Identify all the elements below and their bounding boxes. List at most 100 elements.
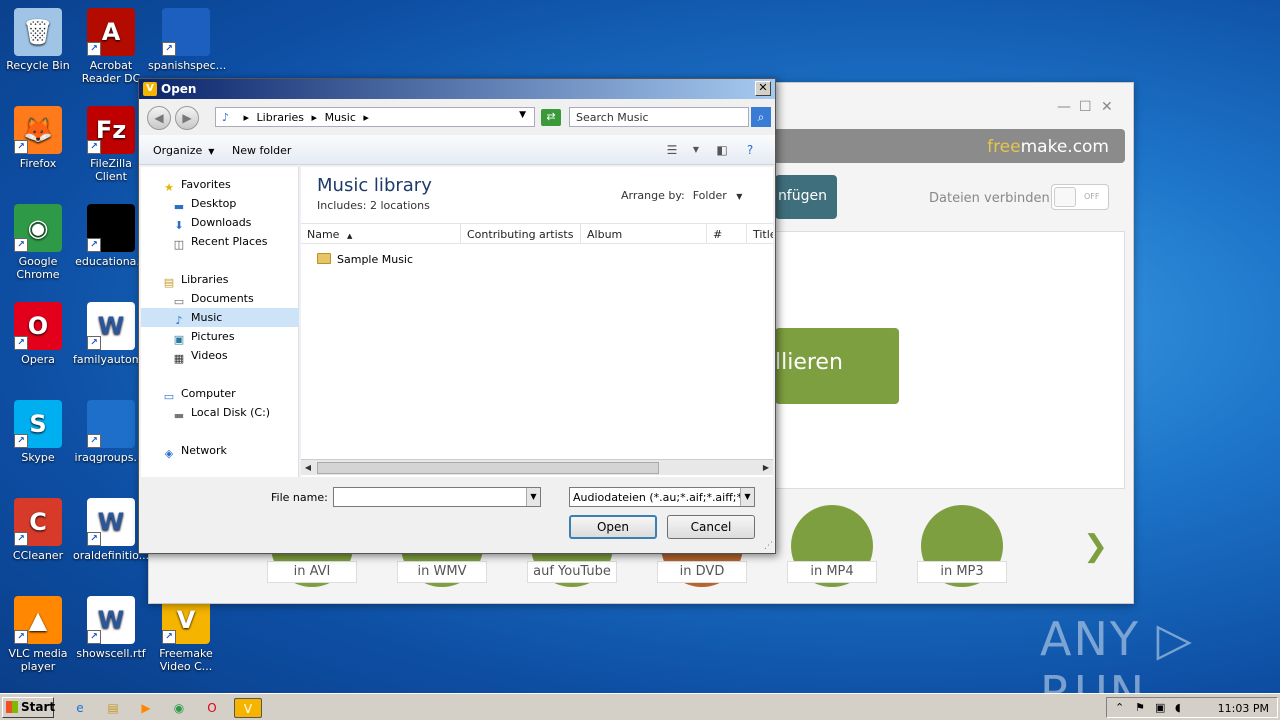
desktop-icon-skype[interactable]: S ↗ Skype <box>0 400 76 464</box>
library-title: Music library <box>317 175 432 196</box>
desktop-icon-freemake[interactable]: V ↗ Freemake Video C... <box>148 596 224 673</box>
nav-item-music[interactable]: ♪ Music <box>141 308 299 327</box>
library-subtitle[interactable]: Includes: 2 locations <box>317 199 430 212</box>
cancel-button[interactable]: Cancel <box>667 515 755 539</box>
close-button[interactable]: ✕ <box>755 81 771 96</box>
volume-icon[interactable]: ◖ <box>1175 701 1181 714</box>
view-options-icon[interactable]: ☰ <box>663 141 681 159</box>
arrange-by[interactable]: Arrange by: Folder ▼ <box>621 189 742 202</box>
help-icon[interactable]: ? <box>741 141 759 159</box>
close-icon[interactable]: ✕ <box>1101 99 1113 115</box>
next-arrow-icon[interactable]: ❯ <box>1083 529 1108 564</box>
desktop-icon-label: showscell.rtf <box>76 647 146 660</box>
nav-item-network[interactable]: ◈ Network <box>141 441 299 460</box>
desktop-icon-word-doc[interactable]: W ↗ showscell.rtf <box>73 596 149 660</box>
shortcut-arrow-icon: ↗ <box>14 532 28 546</box>
output-format-label: in WMV <box>397 561 487 583</box>
chevron-down-icon[interactable]: ▼ <box>519 110 526 120</box>
network-icon: ◈ <box>164 447 174 460</box>
nav-item-label: Network <box>181 444 227 457</box>
scroll-left-icon[interactable]: ◀ <box>301 461 315 475</box>
taskbar-media-player-icon[interactable]: ▶ <box>136 698 156 718</box>
recycle-bin-icon: 🗑 <box>14 8 62 56</box>
address-bar[interactable]: ♪ ▸ Libraries ▸ Music ▸ ▼ <box>215 107 535 127</box>
maximize-icon[interactable]: ☐ <box>1079 99 1092 115</box>
breadcrumb-music[interactable]: Music <box>325 111 356 124</box>
nav-item-videos[interactable]: ▦ Videos <box>141 346 299 365</box>
column-title[interactable]: Title <box>747 224 773 244</box>
preview-pane-icon[interactable]: ◧ <box>713 141 731 159</box>
nav-item-desktop[interactable]: ▬ Desktop <box>141 194 299 213</box>
desktop-icon-label: Opera <box>21 353 55 366</box>
chevron-down-icon[interactable]: ▼ <box>740 488 754 506</box>
taskbar-freemake-icon[interactable]: V <box>234 698 262 718</box>
documents-icon: ▭ <box>173 295 185 308</box>
install-button[interactable]: llieren <box>775 328 899 404</box>
column-album[interactable]: Album <box>581 224 707 244</box>
nav-item-pictures[interactable]: ▣ Pictures <box>141 327 299 346</box>
column-number[interactable]: # <box>707 224 747 244</box>
file-type-select[interactable]: Audiodateien (*.au;*.aif;*.aiff;*.a ▼ <box>569 487 755 507</box>
start-button[interactable]: Start <box>2 697 55 718</box>
clock[interactable]: 11:03 PM <box>1218 702 1269 715</box>
chrome-icon: ◉ ↗ <box>14 204 62 252</box>
search-icon[interactable]: ⌕ <box>751 107 771 127</box>
nav-item-label: Downloads <box>191 216 252 229</box>
scroll-thumb[interactable] <box>317 462 659 474</box>
chevron-down-icon[interactable]: ▼ <box>526 488 540 506</box>
output-format-button[interactable]: in MP3 <box>917 505 1007 587</box>
horizontal-scrollbar[interactable]: ◀ ▶ <box>301 459 773 475</box>
forward-button[interactable]: ▶ <box>175 106 199 130</box>
organize-button[interactable]: Organize ▼ <box>153 144 214 157</box>
chevron-up-icon[interactable]: ⌃ <box>1115 701 1124 714</box>
add-button[interactable]: nfügen <box>775 175 837 219</box>
output-format-label: in MP3 <box>917 561 1007 583</box>
filezilla-icon: Fz ↗ <box>87 106 135 154</box>
shortcut-arrow-icon: ↗ <box>87 238 101 252</box>
flag-icon[interactable]: ⚑ <box>1135 701 1145 714</box>
network-icon[interactable]: ▣ <box>1155 701 1165 714</box>
search-input[interactable]: Search Music <box>569 107 749 127</box>
new-folder-button[interactable]: New folder <box>232 144 291 157</box>
nav-item-libraries[interactable]: ▤ Libraries <box>141 270 299 289</box>
desktop-icon-recycle-bin[interactable]: 🗑 Recycle Bin <box>0 8 76 72</box>
taskbar-ie-icon[interactable]: e <box>70 698 90 718</box>
desktop-icon-label: CCleaner <box>12 549 64 562</box>
desktop-icon-ccleaner[interactable]: C ↗ CCleaner <box>0 498 76 562</box>
taskbar-opera-icon[interactable]: O <box>202 698 222 718</box>
breadcrumb-libraries[interactable]: Libraries <box>257 111 305 124</box>
scroll-right-icon[interactable]: ▶ <box>759 461 773 475</box>
freemake-logo[interactable]: freemake.com <box>987 137 1109 157</box>
open-button[interactable]: Open <box>569 515 657 539</box>
nav-item-label: Favorites <box>181 178 231 191</box>
nav-item-local-disk-c[interactable]: ▬ Local Disk (C:) <box>141 403 299 422</box>
nav-item-favorites[interactable]: ★ Favorites <box>141 175 299 194</box>
shortcut-arrow-icon: ↗ <box>87 434 101 448</box>
desktop-icon-file[interactable]: ↗ spanishspec... <box>148 8 226 72</box>
taskbar-chrome-icon[interactable]: ◉ <box>169 698 189 718</box>
nav-item-computer[interactable]: ▭ Computer <box>141 384 299 403</box>
minimize-icon[interactable]: — <box>1057 99 1071 115</box>
ccleaner-icon: C ↗ <box>14 498 62 546</box>
chevron-down-icon[interactable]: ▼ <box>687 141 705 159</box>
refresh-icon[interactable]: ⇄ <box>541 109 561 126</box>
column-contributing-artists[interactable]: Contributing artists <box>461 224 581 244</box>
file-name-input[interactable]: ▼ <box>333 487 541 507</box>
desktop-icon-opera[interactable]: O ↗ Opera <box>0 302 76 366</box>
desktop-icon-firefox[interactable]: 🦊 ↗ Firefox <box>0 106 76 170</box>
back-button[interactable]: ◀ <box>147 106 171 130</box>
nav-item-recent-places[interactable]: ◫ Recent Places <box>141 232 299 251</box>
output-format-button[interactable]: in MP4 <box>787 505 877 587</box>
desktop-icon-acrobat[interactable]: A ↗ Acrobat Reader DC <box>73 8 149 85</box>
join-files-toggle[interactable]: OFF <box>1051 184 1109 210</box>
desktop-icon-chrome[interactable]: ◉ ↗ Google Chrome <box>0 204 76 281</box>
music-icon: ♪ <box>175 314 183 327</box>
taskbar-explorer-icon[interactable]: ▤ <box>103 698 123 718</box>
column-name[interactable]: Name ▲ <box>301 224 461 244</box>
nav-item-documents[interactable]: ▭ Documents <box>141 289 299 308</box>
file-icon: ↗ <box>87 400 135 448</box>
resize-grip-icon[interactable]: ⋰ <box>764 541 773 551</box>
desktop-icon-vlc[interactable]: ▲ ↗ VLC media player <box>0 596 76 673</box>
list-item[interactable]: Sample Music <box>317 253 413 266</box>
nav-item-downloads[interactable]: ⬇ Downloads <box>141 213 299 232</box>
